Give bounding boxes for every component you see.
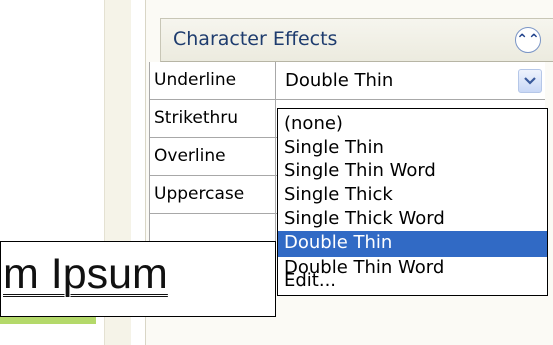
dropdown-option-selected[interactable]: Double Thin (278, 231, 547, 257)
double-chevron-up-icon[interactable]: ⌃⌃ (515, 27, 541, 53)
preview-text: m Ipsum (3, 250, 168, 298)
dropdown-option[interactable]: Single Thick Word (278, 207, 547, 233)
chevron-down-icon[interactable] (518, 69, 542, 93)
section-title: Character Effects (173, 28, 338, 50)
underline-dropdown-list[interactable]: (none) Single Thin Single Thin Word Sing… (277, 108, 548, 296)
property-label: Strikethru (149, 100, 276, 137)
underline-preview: m Ipsum (0, 241, 276, 317)
property-label: Uppercase (149, 176, 276, 213)
underline-combo[interactable]: Double Thin (276, 62, 545, 99)
combo-value: Double Thin (285, 70, 394, 91)
property-label: Underline (149, 62, 276, 99)
screenshot: Character Effects ⌃⌃ Underline Double Th… (0, 0, 553, 345)
dropdown-option[interactable]: Edit... (278, 269, 547, 293)
dropdown-option[interactable]: Single Thin Word (278, 159, 547, 185)
dropdown-option[interactable]: Single Thick (278, 183, 547, 209)
property-row-underline[interactable]: Underline Double Thin (149, 62, 545, 100)
property-label: Overline (149, 138, 276, 175)
dropdown-option[interactable]: (none) (278, 112, 547, 138)
character-effects-header[interactable]: Character Effects ⌃⌃ (160, 18, 553, 62)
